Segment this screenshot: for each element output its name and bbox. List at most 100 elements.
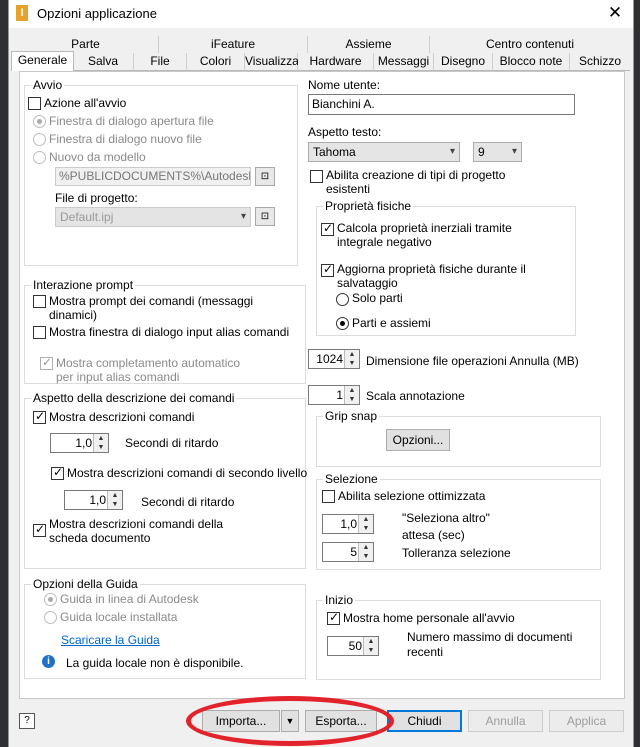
new-dialog-radio[interactable] bbox=[33, 133, 46, 146]
undo-size-value: 1024 bbox=[316, 352, 343, 366]
new-dialog-label: Finestra di dialogo nuovo file bbox=[49, 132, 202, 146]
spinner-arrows-icon[interactable]: ▲ ▼ bbox=[93, 434, 108, 452]
tab-visualizza[interactable]: Visualizza bbox=[245, 53, 299, 71]
spinner-arrows-icon[interactable]: ▲ ▼ bbox=[358, 543, 373, 561]
template-browse-button[interactable]: ⊡ bbox=[255, 167, 275, 186]
spinner-arrows-icon[interactable]: ▲ ▼ bbox=[363, 637, 378, 655]
startup-action-checkbox[interactable] bbox=[28, 97, 41, 110]
font-size-combo[interactable]: 9 ▾ bbox=[473, 142, 522, 162]
template-path-field[interactable]: %PUBLICDOCUMENTS%\Autodesk\Ir bbox=[55, 167, 251, 186]
undo-size-spinner[interactable]: 1024 ▲ ▼ bbox=[308, 349, 360, 369]
parts-assemblies-label: Parti e assiemi bbox=[352, 316, 431, 330]
physical-properties-legend: Proprietà fisiche bbox=[325, 199, 412, 213]
spinner-arrows-icon[interactable]: ▲ ▼ bbox=[107, 491, 122, 509]
project-browse-button[interactable]: ⊡ bbox=[255, 207, 275, 226]
tab-assieme[interactable]: Assieme bbox=[308, 36, 430, 53]
project-file-combo[interactable]: Default.ipj ▾ bbox=[55, 207, 251, 227]
inertial-label: Calcola proprietà inerziali tramite inte… bbox=[337, 221, 512, 249]
tab-hardware[interactable]: Hardware bbox=[298, 53, 374, 71]
autocomplete-label: Mostra completamento automatico per inpu… bbox=[56, 356, 241, 384]
tooltip-delay-label: Secondi di ritardo bbox=[125, 436, 219, 450]
tab-ifeature[interactable]: iFeature bbox=[159, 36, 308, 53]
selection-legend: Selezione bbox=[325, 472, 378, 486]
show-home-checkbox[interactable] bbox=[327, 610, 340, 625]
autocomplete-checkbox[interactable] bbox=[40, 355, 53, 370]
max-docs-spinner[interactable]: 50 ▲ ▼ bbox=[327, 636, 379, 656]
show-home-label: Mostra home personale all'avvio bbox=[343, 611, 515, 625]
project-types-checkbox[interactable] bbox=[310, 170, 323, 183]
grip-snap-group: Grip snap bbox=[316, 409, 601, 467]
max-docs-label: Numero massimo di documenti recenti bbox=[407, 630, 573, 659]
text-style-label: Aspetto testo: bbox=[308, 125, 382, 139]
project-file-label: File di progetto: bbox=[55, 191, 138, 205]
select-other-value: 1,0 bbox=[340, 517, 357, 531]
local-help-label: Guida locale installata bbox=[60, 610, 178, 624]
parts-assemblies-radio[interactable] bbox=[336, 317, 349, 330]
browse-folder-icon: ⊡ bbox=[260, 211, 270, 222]
tab-file[interactable]: File bbox=[134, 53, 187, 71]
username-input[interactable]: Bianchini A. bbox=[308, 94, 575, 115]
font-value: Tahoma bbox=[313, 145, 356, 159]
optimized-selection-checkbox[interactable] bbox=[322, 490, 335, 503]
parts-only-radio[interactable] bbox=[336, 293, 349, 306]
help-options-legend: Opzioni della Guida bbox=[33, 577, 138, 591]
local-help-radio[interactable] bbox=[44, 611, 57, 624]
spinner-arrows-icon[interactable]: ▲ ▼ bbox=[358, 515, 373, 533]
close-icon[interactable]: ✕ bbox=[605, 3, 625, 23]
tab-disegno[interactable]: Disegno bbox=[434, 53, 493, 71]
grip-snap-legend: Grip snap bbox=[325, 409, 378, 423]
show-tooltips-checkbox[interactable] bbox=[33, 409, 46, 424]
selection-tolerance-label: Tolleranza selezione bbox=[402, 546, 511, 560]
tab-messaggi[interactable]: Messaggi bbox=[374, 53, 434, 71]
project-file-value: Default.ipj bbox=[60, 210, 114, 224]
online-help-radio[interactable] bbox=[44, 593, 57, 606]
home-legend: Inizio bbox=[325, 593, 354, 607]
tab-colori[interactable]: Colori bbox=[187, 53, 245, 71]
tooltip-delay-spinner[interactable]: 1,0 ▲ ▼ bbox=[50, 433, 109, 453]
select-other-label: "Seleziona altro" attesa (sec) bbox=[402, 511, 490, 542]
second-level-delay-label: Secondi di ritardo bbox=[141, 495, 235, 509]
tab-salva[interactable]: Salva bbox=[73, 53, 134, 71]
apply-button[interactable]: Applica bbox=[549, 710, 624, 732]
desktop-background-left bbox=[0, 0, 8, 747]
show-tooltips-label: Mostra descrizioni comandi bbox=[49, 410, 195, 424]
window-title: Opzioni applicazione bbox=[37, 6, 157, 21]
max-docs-value: 50 bbox=[348, 639, 362, 653]
help-icon[interactable]: ? bbox=[19, 713, 35, 729]
tab-blocco-note[interactable]: Blocco note bbox=[493, 53, 570, 71]
selection-tolerance-spinner[interactable]: 5 ▲ ▼ bbox=[322, 542, 374, 562]
doc-tab-tooltip-label: Mostra descrizioni comandi della scheda … bbox=[49, 517, 224, 545]
doc-tab-tooltip-checkbox[interactable] bbox=[33, 522, 46, 537]
tab-schizzo[interactable]: Schizzo bbox=[570, 53, 630, 71]
font-size-value: 9 bbox=[478, 145, 485, 159]
open-dialog-radio[interactable] bbox=[33, 115, 46, 128]
online-help-label: Guida in linea di Autodesk bbox=[60, 592, 199, 606]
font-combo[interactable]: Tahoma ▾ bbox=[308, 142, 460, 162]
highlight-ring bbox=[186, 696, 394, 746]
inertial-checkbox[interactable] bbox=[321, 221, 334, 236]
update-on-save-checkbox[interactable] bbox=[321, 262, 334, 277]
download-help-link[interactable]: Scaricare la Guida bbox=[61, 633, 160, 647]
tab-generale[interactable]: Generale bbox=[11, 51, 74, 71]
spinner-arrows-icon[interactable]: ▲ ▼ bbox=[344, 386, 359, 404]
close-button[interactable]: Chiudi bbox=[387, 710, 462, 732]
undo-button[interactable]: Annulla bbox=[468, 710, 543, 732]
grip-options-button[interactable]: Opzioni... bbox=[386, 429, 450, 451]
command-prompt-checkbox[interactable] bbox=[33, 295, 46, 308]
select-other-spinner[interactable]: 1,0 ▲ ▼ bbox=[322, 514, 374, 534]
annotation-scale-spinner[interactable]: 1 ▲ ▼ bbox=[308, 385, 360, 405]
tab-centro-contenuti[interactable]: Centro contenuti bbox=[430, 36, 630, 53]
project-types-label: Abilita creazione di tipi di progetto es… bbox=[326, 168, 506, 196]
username-label: Nome utente: bbox=[308, 78, 381, 92]
second-level-checkbox[interactable] bbox=[51, 465, 64, 480]
annotation-scale-value: 1 bbox=[336, 388, 343, 402]
alias-dialog-label: Mostra finestra di dialogo input alias c… bbox=[49, 325, 290, 339]
local-help-info-text: La guida locale non è disponibile. bbox=[66, 656, 244, 670]
info-icon: i bbox=[42, 655, 55, 668]
alias-dialog-checkbox[interactable] bbox=[33, 326, 46, 339]
second-level-delay-spinner[interactable]: 1,0 ▲ ▼ bbox=[64, 490, 123, 510]
new-from-template-radio[interactable] bbox=[33, 151, 46, 164]
undo-size-label: Dimensione file operazioni Annulla (MB) bbox=[366, 354, 579, 368]
spinner-arrows-icon[interactable]: ▲ ▼ bbox=[344, 350, 359, 368]
chevron-down-icon: ▾ bbox=[511, 146, 517, 157]
